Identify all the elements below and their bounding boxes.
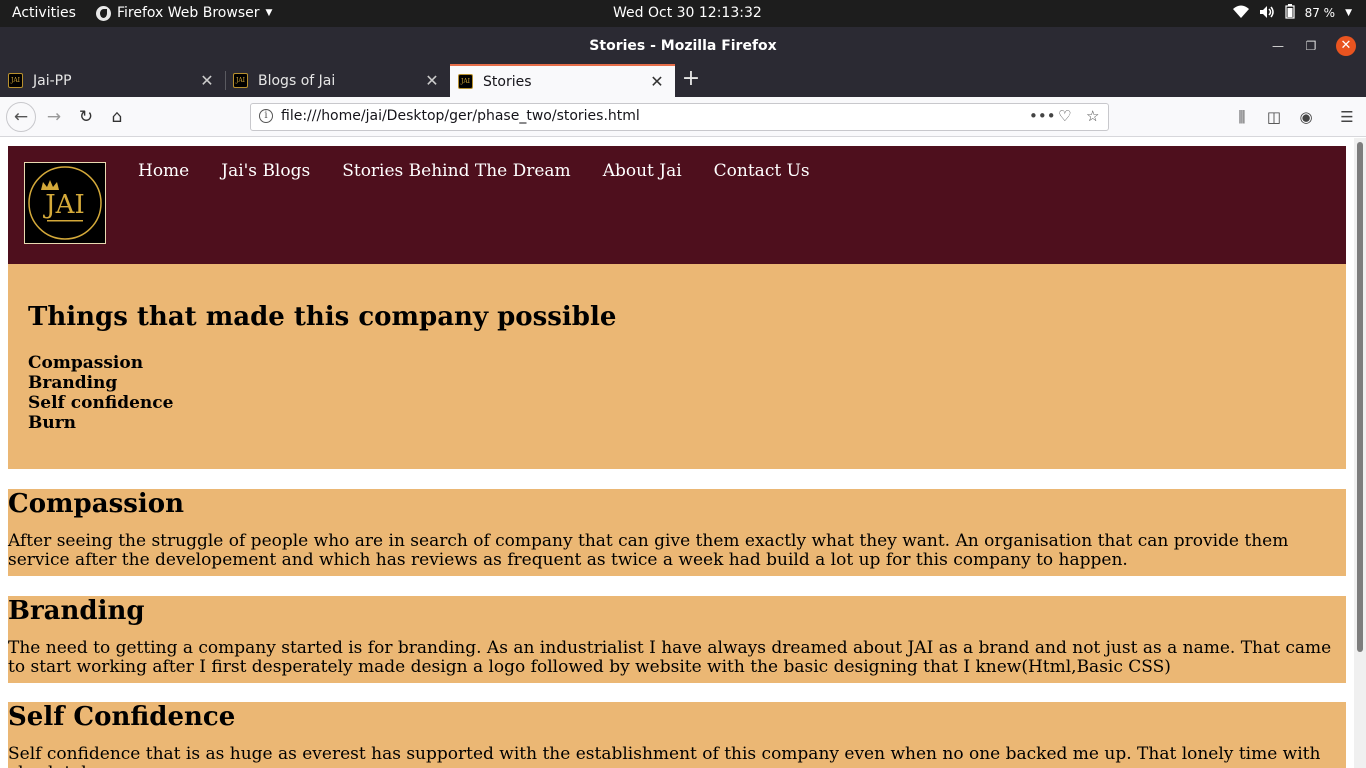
nav-stories[interactable]: Stories Behind The Dream [342, 161, 570, 181]
clock[interactable]: Wed Oct 30 12:13:32 [613, 5, 762, 21]
sidebar-icon[interactable]: ◫ [1263, 106, 1285, 128]
tab-blogs-of-jai[interactable]: JAI Blogs of Jai ✕ [225, 64, 450, 97]
nav-about-jai[interactable]: About Jai [603, 161, 682, 181]
story-heading: Branding [8, 596, 145, 626]
volume-icon [1259, 5, 1275, 22]
story-compassion: Compassion After seeing the struggle of … [8, 489, 1346, 576]
close-window-button[interactable]: ✕ [1336, 36, 1356, 56]
close-tab-icon[interactable]: ✕ [424, 71, 440, 90]
minimize-button[interactable]: — [1268, 36, 1288, 56]
maximize-button[interactable]: ❐ [1301, 36, 1321, 56]
page-actions-icon[interactable]: ••• [1029, 107, 1056, 125]
account-icon[interactable]: ◉ [1295, 106, 1317, 128]
tab-label: Jai-PP [33, 72, 72, 89]
forward-button[interactable]: → [40, 103, 68, 131]
story-text: The need to getting a company started is… [8, 638, 1332, 677]
story-text: After seeing the struggle of people who … [8, 531, 1289, 570]
intro-list-item: Branding [28, 373, 118, 393]
scrollbar[interactable] [1354, 138, 1366, 768]
menu-icon[interactable]: ☰ [1336, 106, 1358, 128]
scrollbar-thumb[interactable] [1357, 142, 1363, 652]
story-text: Self confidence that is as huge as evere… [8, 744, 1321, 768]
battery-percentage: 87 % [1304, 6, 1336, 20]
bookmark-star-icon[interactable]: ☆ [1086, 107, 1099, 125]
jai-favicon-icon: JAI [8, 73, 23, 88]
close-tab-icon[interactable]: ✕ [199, 71, 215, 90]
chevron-down-icon: ▼ [265, 8, 273, 18]
url-text[interactable]: file:///home/jai/Desktop/ger/phase_two/s… [281, 108, 640, 124]
jai-logo-graphic: JAI [28, 166, 102, 240]
tab-stories[interactable]: JAI Stories ✕ [450, 64, 675, 97]
page-viewport[interactable]: JAI Home Jai's Blogs Stories Behind The … [0, 138, 1366, 768]
tab-label: Stories [483, 73, 532, 90]
library-icon[interactable]: ⫼ [1231, 106, 1253, 128]
story-heading: Compassion [8, 489, 184, 519]
app-menu[interactable]: Firefox Web Browser ▼ [96, 5, 272, 21]
intro-section: Things that made this company possible C… [8, 264, 1346, 469]
jai-favicon-icon: JAI [233, 73, 248, 88]
jai-logo[interactable]: JAI [24, 162, 106, 244]
new-tab-button[interactable]: + [680, 68, 702, 92]
back-button[interactable]: ← [6, 102, 36, 132]
home-button[interactable]: ⌂ [103, 103, 131, 131]
pocket-icon[interactable]: ♡ [1058, 107, 1071, 125]
intro-heading: Things that made this company possible [28, 302, 617, 332]
nav-contact-us[interactable]: Contact Us [714, 161, 810, 181]
logo-text: JAI [42, 190, 84, 220]
url-bar[interactable]: i file:///home/jai/Desktop/ger/phase_two… [250, 103, 1109, 131]
battery-icon [1284, 4, 1295, 22]
intro-list-item: Compassion [28, 353, 144, 373]
system-top-bar: Activities Firefox Web Browser ▼ Wed Oct… [0, 0, 1366, 27]
story-heading: Self Confidence [8, 702, 236, 732]
intro-list-item: Self confidence [28, 393, 174, 413]
window-title: Stories - Mozilla Firefox [589, 38, 777, 54]
close-tab-icon[interactable]: ✕ [649, 72, 665, 91]
intro-list-item: Burn [28, 413, 77, 433]
site-nav: Home Jai's Blogs Stories Behind The Drea… [138, 161, 810, 181]
window-title-bar: Stories - Mozilla Firefox — ❐ ✕ [0, 27, 1366, 64]
navigation-toolbar: ← → ↻ ⌂ i file:///home/jai/Desktop/ger/p… [0, 97, 1366, 137]
tab-jai-pp[interactable]: JAI Jai-PP ✕ [0, 64, 226, 97]
story-branding: Branding The need to getting a company s… [8, 596, 1346, 683]
app-menu-label: Firefox Web Browser [117, 5, 260, 21]
site-header: JAI Home Jai's Blogs Stories Behind The … [8, 146, 1346, 264]
nav-home[interactable]: Home [138, 161, 189, 181]
firefox-icon [96, 5, 111, 21]
system-tray[interactable]: 87 % ▼ [1232, 4, 1352, 22]
activities-button[interactable]: Activities [12, 5, 76, 21]
jai-favicon-icon: JAI [458, 74, 473, 89]
nav-jais-blogs[interactable]: Jai's Blogs [221, 161, 310, 181]
reload-button[interactable]: ↻ [72, 103, 100, 131]
intro-list: Compassion Branding Self confidence Burn [28, 353, 173, 433]
info-icon[interactable]: i [259, 109, 273, 123]
wifi-icon [1232, 5, 1249, 22]
tab-strip: JAI Jai-PP ✕ JAI Blogs of Jai ✕ JAI Stor… [0, 64, 1366, 97]
chevron-down-icon: ▼ [1345, 8, 1352, 18]
tab-label: Blogs of Jai [258, 72, 336, 89]
story-self-confidence: Self Confidence Self confidence that is … [8, 702, 1346, 768]
